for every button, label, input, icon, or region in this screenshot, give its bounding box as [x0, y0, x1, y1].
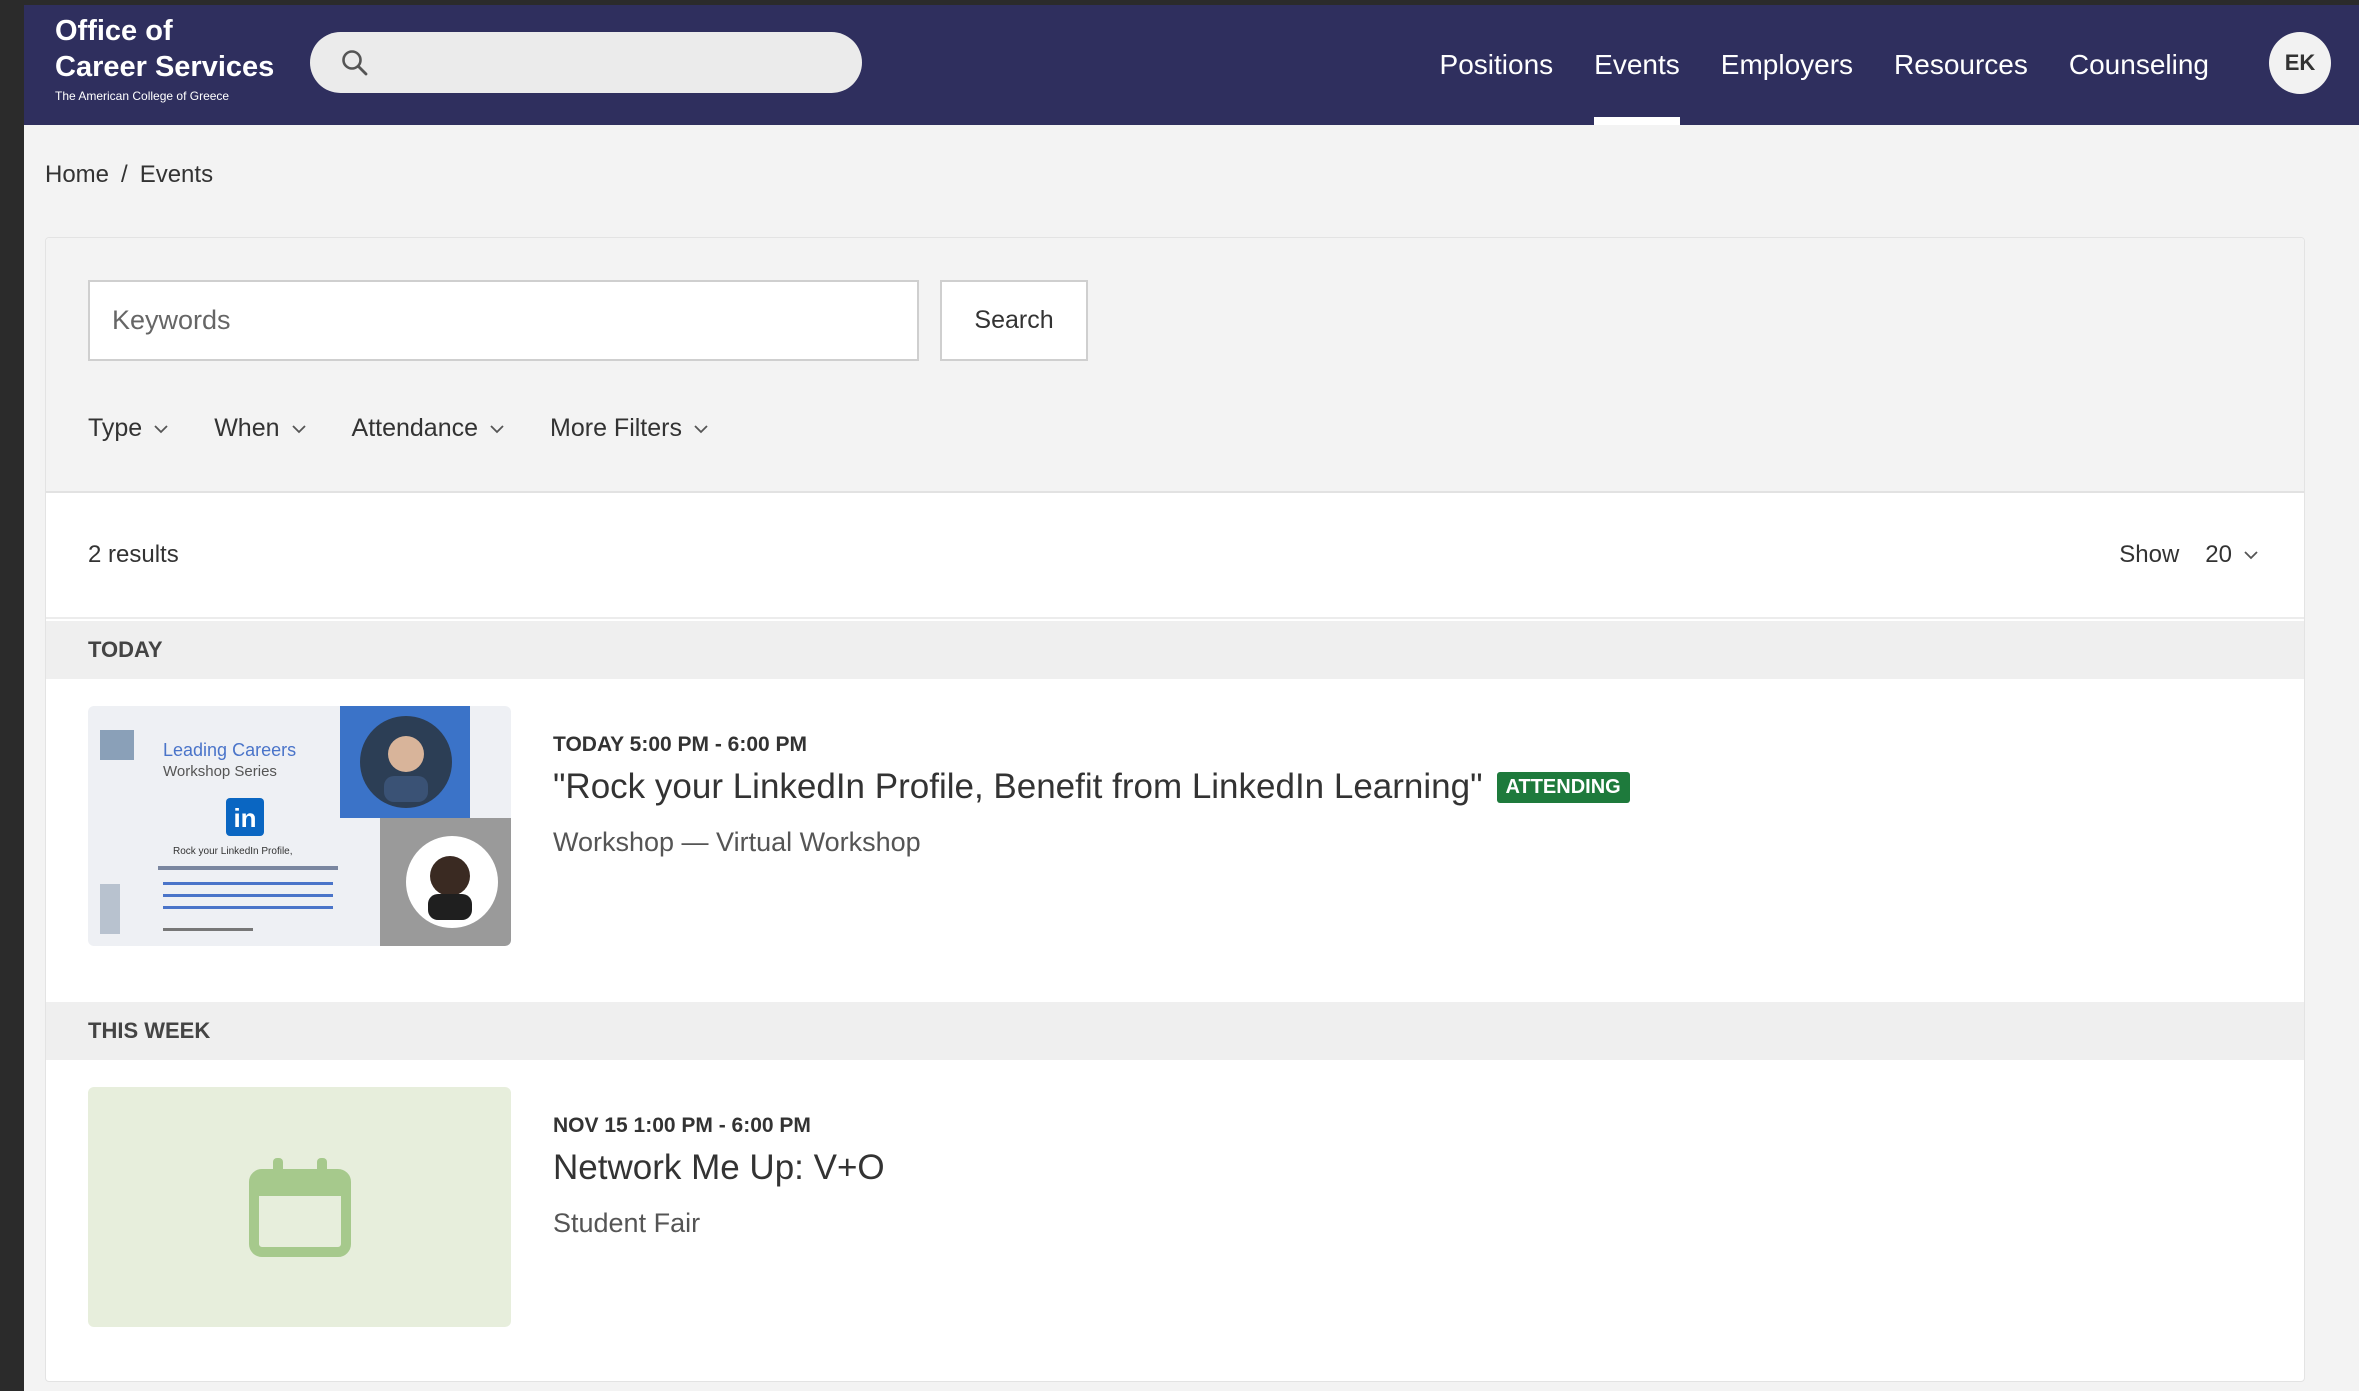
logo-line-2: Career Services — [55, 51, 275, 83]
event-subtitle: Student Fair — [553, 1208, 701, 1238]
events-card: Search Type When Attendance More Filters — [45, 237, 2305, 1382]
app-frame: Office of Career Services The American C… — [24, 5, 2359, 1391]
attendance-filter-label: Attendance — [351, 414, 479, 442]
event-thumbnail-placeholder[interactable] — [88, 1087, 511, 1327]
search-button[interactable]: Search — [940, 280, 1088, 361]
show-value: 20 — [2205, 541, 2232, 568]
global-search-input[interactable] — [310, 32, 862, 93]
type-filter-label: Type — [88, 414, 143, 442]
event-title[interactable]: "Rock your LinkedIn Profile, Benefit fro… — [553, 767, 1630, 807]
user-avatar[interactable]: EK — [2269, 32, 2331, 94]
event-thumbnail[interactable]: Leading Careers Workshop Series in Rock … — [88, 706, 511, 946]
main-nav: Positions Events Employers Resources Cou… — [1399, 5, 2209, 125]
chevron-down-icon — [291, 424, 306, 433]
nav-employers[interactable]: Employers — [1721, 5, 1853, 125]
group-header-this-week: THIS WEEK — [46, 1002, 2304, 1060]
logo-line-1: Office of — [55, 15, 173, 47]
breadcrumb-current: Events — [139, 161, 214, 188]
breadcrumb: Home / Events — [45, 161, 213, 189]
event-title-text: Network Me Up: V+O — [553, 1148, 885, 1187]
top-navigation-bar: Office of Career Services The American C… — [24, 5, 2359, 125]
thumb-caption: Rock your LinkedIn Profile, — [173, 846, 293, 857]
event-flyer-image: Leading Careers Workshop Series in Rock … — [88, 706, 511, 946]
nav-positions[interactable]: Positions — [1440, 5, 1554, 125]
chevron-down-icon — [490, 424, 504, 433]
results-bar: 2 results Show 20 — [46, 495, 2304, 619]
search-icon — [342, 49, 368, 75]
nav-counseling[interactable]: Counseling — [2069, 5, 2209, 125]
nav-resources[interactable]: Resources — [1894, 5, 2028, 125]
more-filters[interactable]: More Filters — [550, 414, 710, 443]
when-filter[interactable]: When — [214, 414, 307, 443]
attending-badge: ATTENDING — [1496, 771, 1630, 803]
chevron-down-icon — [2244, 551, 2258, 560]
breadcrumb-separator: / — [121, 161, 128, 188]
more-filters-label: More Filters — [550, 414, 682, 442]
logo[interactable]: Office of Career Services The American C… — [55, 13, 315, 105]
attendance-filter[interactable]: Attendance — [352, 414, 507, 443]
thumb-subtitle: Workshop Series — [163, 763, 277, 780]
event-item[interactable]: NOV 15 1:00 PM - 6:00 PM Network Me Up: … — [46, 1060, 2304, 1360]
keywords-input[interactable] — [88, 280, 919, 361]
page-size-selector[interactable]: Show 20 — [2119, 541, 2260, 569]
event-title-text: "Rock your LinkedIn Profile, Benefit fro… — [553, 767, 1483, 806]
event-time: TODAY 5:00 PM - 6:00 PM — [553, 733, 808, 756]
filter-panel: Search Type When Attendance More Filters — [46, 238, 2304, 493]
chevron-down-icon — [154, 424, 168, 433]
breadcrumb-home[interactable]: Home — [45, 161, 109, 189]
logo-line-3: The American College of Greece — [55, 89, 230, 103]
svg-text:in: in — [233, 803, 256, 833]
chevron-down-icon — [694, 424, 708, 433]
when-filter-label: When — [214, 414, 280, 442]
type-filter[interactable]: Type — [88, 414, 170, 443]
show-label: Show — [2119, 541, 2180, 568]
event-time: NOV 15 1:00 PM - 6:00 PM — [553, 1114, 811, 1137]
filter-dropdowns: Type When Attendance More Filters — [88, 414, 754, 443]
calendar-icon — [248, 1158, 351, 1257]
results-count: 2 results — [88, 541, 179, 568]
event-subtitle: Workshop — Virtual Workshop — [553, 827, 921, 857]
group-header-today: TODAY — [46, 621, 2304, 679]
event-title[interactable]: Network Me Up: V+O — [553, 1148, 885, 1188]
thumb-title: Leading Careers — [163, 740, 296, 760]
nav-events[interactable]: Events — [1594, 5, 1680, 125]
